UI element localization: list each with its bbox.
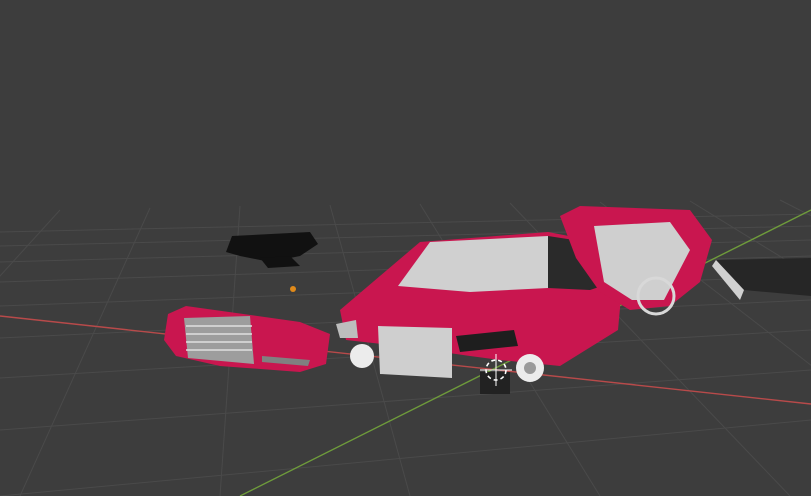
- viewport-canvas[interactable]: [0, 0, 811, 496]
- side-panel[interactable]: [712, 258, 811, 300]
- front-bumper[interactable]: [164, 306, 330, 372]
- scattered-fragments[interactable]: [226, 232, 318, 268]
- 3d-viewport[interactable]: [0, 0, 811, 496]
- light[interactable]: [290, 286, 296, 292]
